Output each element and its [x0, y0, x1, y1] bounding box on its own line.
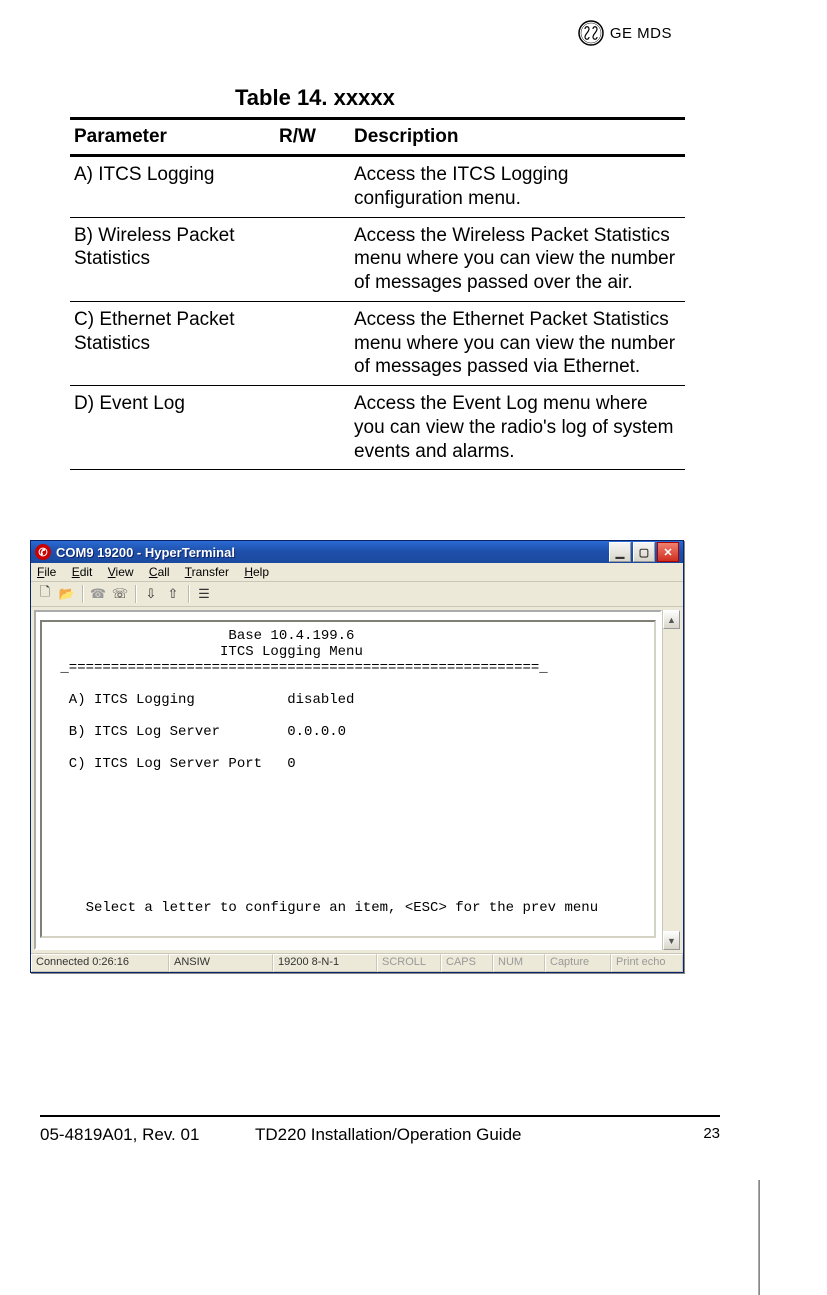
status-connection: Connected 0:26:16 [31, 954, 169, 972]
page: GE MDS Table 14. xxxxx Parameter R/W Des… [0, 0, 827, 1295]
terminal-content[interactable]: Base 10.4.199.6 ITCS Logging Menu _=====… [40, 620, 656, 938]
call-icon[interactable]: ☎ [88, 584, 108, 604]
close-button[interactable]: ✕ [657, 542, 679, 562]
scroll-track[interactable] [663, 629, 680, 931]
page-edge [759, 1180, 760, 1295]
receive-icon[interactable]: ⇧ [163, 584, 183, 604]
scroll-down-icon[interactable]: ▼ [663, 931, 680, 950]
status-scroll: SCROLL [377, 954, 441, 972]
status-emulation: ANSIW [169, 954, 273, 972]
properties-icon[interactable]: ☰ [194, 584, 214, 604]
status-capture: Capture [545, 954, 611, 972]
vertical-scrollbar[interactable]: ▲ ▼ [662, 610, 680, 950]
table-row: B) Wireless Packet Statistics Access the… [70, 217, 685, 301]
table-title: Table 14. xxxxx [235, 85, 685, 111]
footer-pagenum: 23 [660, 1125, 720, 1145]
separator [188, 585, 189, 603]
ge-monogram-icon [578, 20, 604, 46]
terminal-body: Base 10.4.199.6 ITCS Logging Menu _=====… [31, 607, 683, 953]
separator [135, 585, 136, 603]
parameter-table-section: Table 14. xxxxx Parameter R/W Descriptio… [70, 85, 685, 470]
brand-text: GE MDS [610, 25, 672, 42]
cell-desc: Access the Wireless Packet Statistics me… [350, 217, 685, 301]
menu-transfer[interactable]: Transfer [185, 565, 229, 579]
table-row: A) ITCS Logging Access the ITCS Logging … [70, 156, 685, 218]
menu-call[interactable]: Call [149, 565, 170, 579]
status-bar: Connected 0:26:16 ANSIW 19200 8-N-1 SCRO… [31, 953, 683, 972]
minimize-button[interactable]: ▁ [609, 542, 631, 562]
maximize-button[interactable]: ▢ [633, 542, 655, 562]
status-num: NUM [493, 954, 545, 972]
col-parameter: Parameter [70, 119, 275, 156]
status-port: 19200 8-N-1 [273, 954, 377, 972]
cell-rw [275, 217, 350, 301]
cell-rw [275, 156, 350, 218]
table-row: C) Ethernet Packet Statistics Access the… [70, 301, 685, 385]
terminal-frame: Base 10.4.199.6 ITCS Logging Menu _=====… [34, 610, 662, 950]
cell-param: D) Event Log [70, 386, 275, 470]
window-title: COM9 19200 - HyperTerminal [56, 545, 609, 560]
menu-file[interactable]: File [37, 565, 56, 579]
menu-help[interactable]: Help [244, 565, 269, 579]
scroll-up-icon[interactable]: ▲ [663, 610, 680, 629]
page-footer: 05-4819A01, Rev. 01 TD220 Installation/O… [40, 1115, 720, 1145]
toolbar: 🗋 📂 ☎ ☏ ⇩ ⇧ ☰ [31, 582, 683, 607]
cell-param: C) Ethernet Packet Statistics [70, 301, 275, 385]
status-echo: Print echo [611, 954, 683, 972]
new-icon[interactable]: 🗋 [35, 584, 55, 604]
footer-docnum: 05-4819A01, Rev. 01 [40, 1125, 255, 1145]
menu-view[interactable]: View [108, 565, 134, 579]
footer-title: TD220 Installation/Operation Guide [255, 1125, 660, 1145]
cell-param: A) ITCS Logging [70, 156, 275, 218]
status-caps: CAPS [441, 954, 493, 972]
table-row: D) Event Log Access the Event Log menu w… [70, 386, 685, 470]
cell-rw [275, 386, 350, 470]
window-titlebar[interactable]: COM9 19200 - HyperTerminal ▁ ▢ ✕ [31, 541, 683, 563]
send-icon[interactable]: ⇩ [141, 584, 161, 604]
parameter-table: Parameter R/W Description A) ITCS Loggin… [70, 117, 685, 470]
hyperterminal-window: COM9 19200 - HyperTerminal ▁ ▢ ✕ File Ed… [30, 540, 684, 973]
separator [82, 585, 83, 603]
cell-desc: Access the Ethernet Packet Statistics me… [350, 301, 685, 385]
menu-bar: File Edit View Call Transfer Help [31, 563, 683, 582]
hangup-icon[interactable]: ☏ [110, 584, 130, 604]
cell-desc: Access the Event Log menu where you can … [350, 386, 685, 470]
app-icon [35, 544, 51, 560]
brand-logo: GE MDS [578, 20, 672, 46]
col-rw: R/W [275, 119, 350, 156]
cell-desc: Access the ITCS Logging configuration me… [350, 156, 685, 218]
cell-param: B) Wireless Packet Statistics [70, 217, 275, 301]
col-desc: Description [350, 119, 685, 156]
cell-rw [275, 301, 350, 385]
menu-edit[interactable]: Edit [72, 565, 93, 579]
open-icon[interactable]: 📂 [57, 584, 77, 604]
